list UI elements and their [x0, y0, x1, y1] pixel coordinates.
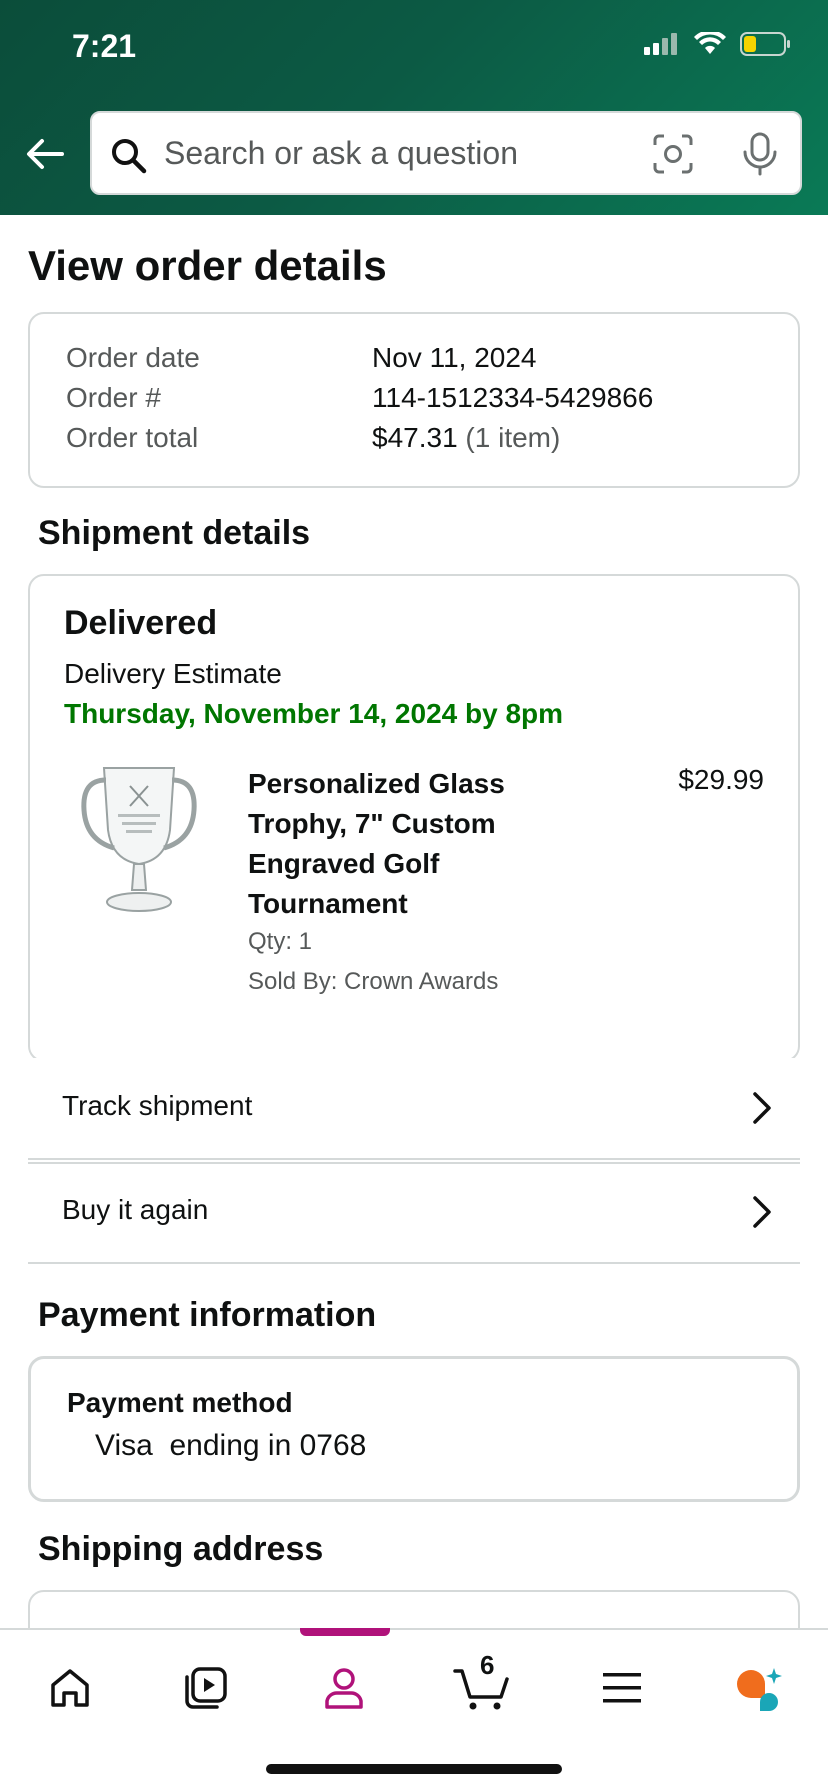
- divider: [28, 1162, 800, 1164]
- product-seller: Sold By: Crown Awards: [248, 968, 499, 995]
- payment-section-title: Payment information: [38, 1296, 377, 1334]
- order-total-amount: $47.31: [372, 422, 458, 453]
- status-icons: [644, 32, 792, 56]
- menu-icon[interactable]: [590, 1656, 654, 1720]
- camera-scan-icon[interactable]: [652, 133, 694, 175]
- buy-it-again-label: Buy it again: [62, 1194, 209, 1225]
- chevron-right-icon: [753, 1196, 771, 1228]
- home-indicator: [266, 1764, 562, 1774]
- order-number-label: Order #: [66, 382, 161, 413]
- search-bar[interactable]: [90, 111, 802, 195]
- buy-it-again-row[interactable]: Buy it again: [28, 1162, 800, 1264]
- delivery-estimate-label: Delivery Estimate: [64, 658, 282, 689]
- order-total-label: Order total: [66, 422, 199, 453]
- delivery-status: Delivered: [64, 604, 218, 642]
- app-header: 7:21: [0, 0, 828, 215]
- shipment-card: Delivered Delivery Estimate Thursday, No…: [28, 574, 800, 1062]
- video-icon[interactable]: [174, 1656, 238, 1720]
- product-image[interactable]: [74, 760, 204, 920]
- product-price: $29.99: [678, 764, 764, 795]
- account-icon[interactable]: [312, 1656, 376, 1720]
- product-title[interactable]: Personalized Glass Trophy, 7" Custom Eng…: [248, 764, 548, 924]
- delivery-estimate-date: Thursday, November 14, 2024 by 8pm: [64, 698, 564, 729]
- payment-method-label: Payment method: [67, 1387, 293, 1418]
- shipping-section-title: Shipping address: [38, 1530, 324, 1568]
- home-icon[interactable]: [38, 1656, 102, 1720]
- page-title: View order details: [28, 242, 387, 289]
- order-item-count: (1 item): [465, 422, 561, 453]
- microphone-icon[interactable]: [740, 131, 780, 177]
- shipment-section-title: Shipment details: [38, 514, 311, 552]
- search-input[interactable]: [164, 113, 684, 193]
- cart-count: 6: [480, 1650, 495, 1680]
- product-quantity: Qty: 1: [248, 928, 313, 955]
- order-date-label: Order date: [66, 342, 200, 373]
- status-time: 7:21: [72, 28, 137, 64]
- order-number-value: 114-1512334-5429866: [372, 382, 654, 413]
- signal-icon: [644, 33, 677, 55]
- rufus-icon[interactable]: [726, 1656, 790, 1720]
- payment-card: Payment method Visa ending in 0768: [28, 1356, 800, 1502]
- payment-method-value: Visa ending in 0768: [95, 1429, 367, 1462]
- order-date-value: Nov 11, 2024: [372, 342, 537, 373]
- battery-icon: [740, 32, 790, 56]
- track-shipment-label: Track shipment: [62, 1090, 253, 1121]
- chevron-right-icon: [753, 1092, 771, 1124]
- wifi-icon: [694, 32, 726, 54]
- search-icon: [112, 139, 147, 174]
- order-total-value: $47.31 (1 item): [372, 422, 560, 454]
- back-arrow-icon[interactable]: [22, 130, 70, 178]
- track-shipment-row[interactable]: Track shipment: [28, 1058, 800, 1160]
- active-tab-indicator: [300, 1628, 390, 1636]
- order-summary-card: Order date Nov 11, 2024 Order # 114-1512…: [28, 312, 800, 488]
